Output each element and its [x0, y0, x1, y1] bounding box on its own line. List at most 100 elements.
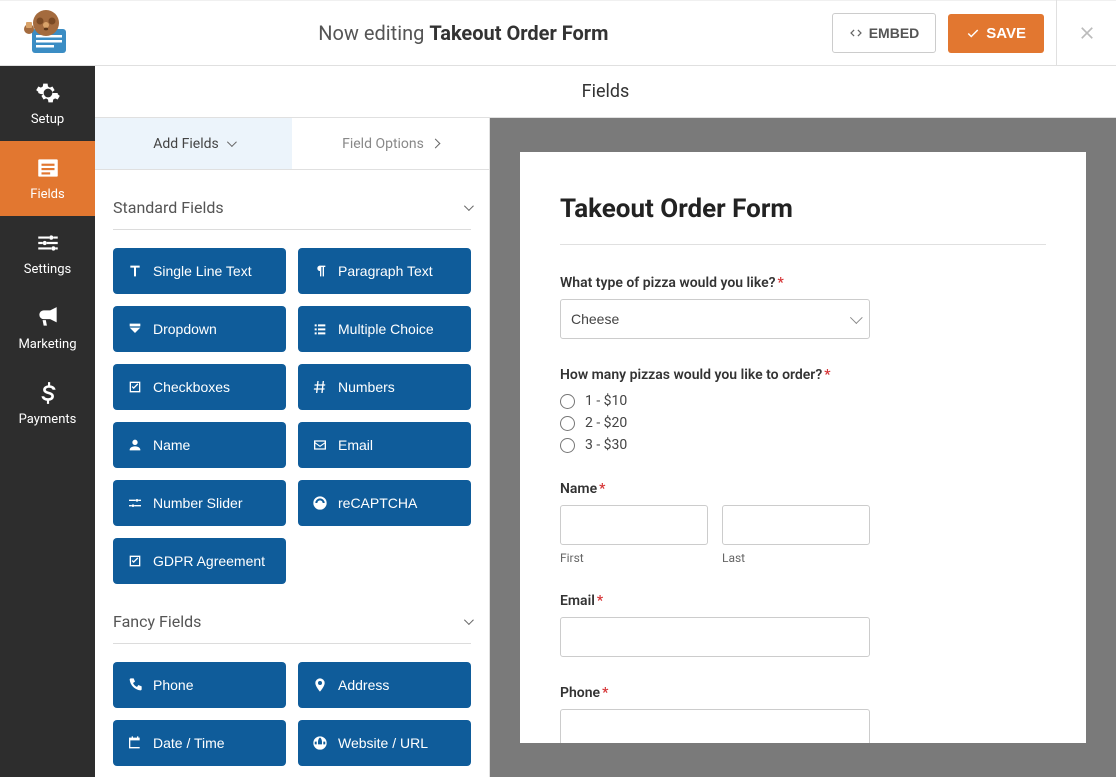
- form-icon: [35, 155, 61, 181]
- last-name-input[interactable]: [722, 505, 870, 545]
- field-paragraph-text[interactable]: Paragraph Text: [298, 248, 471, 294]
- field-single-line-text[interactable]: Single Line Text: [113, 248, 286, 294]
- tab-add-fields[interactable]: Add Fields: [95, 118, 292, 169]
- select-wrap: Cheese: [560, 299, 870, 339]
- save-button[interactable]: SAVE: [948, 14, 1044, 53]
- wpforms-logo-icon: [18, 9, 78, 57]
- required-marker: *: [602, 685, 608, 701]
- field-dropdown[interactable]: Dropdown: [113, 306, 286, 352]
- workspace: Fields Add Fields Field Options St: [95, 66, 1116, 777]
- field-label: Name*: [560, 481, 1046, 497]
- divider: [560, 244, 1046, 245]
- text-icon: [127, 263, 143, 279]
- workspace-body: Add Fields Field Options Standard Fields: [95, 118, 1116, 777]
- title-prefix: Now editing: [318, 21, 429, 45]
- field-website-url[interactable]: Website / URL: [298, 720, 471, 766]
- section-header: Fields: [95, 66, 1116, 118]
- nav-settings[interactable]: Settings: [0, 216, 95, 291]
- embed-button[interactable]: EMBED: [832, 13, 937, 53]
- close-button[interactable]: [1056, 0, 1116, 66]
- form-title: Takeout Order Form: [560, 194, 1046, 244]
- recaptcha-icon: [312, 495, 328, 511]
- envelope-icon: [312, 437, 328, 453]
- required-marker: *: [824, 367, 830, 383]
- chevron-down-icon: [464, 615, 474, 625]
- field-pizza-count[interactable]: How many pizzas would you like to order?…: [560, 367, 1046, 453]
- chevron-right-icon: [430, 139, 440, 149]
- nav-settings-label: Settings: [24, 262, 71, 277]
- pizza-type-select[interactable]: Cheese: [560, 299, 870, 339]
- left-nav: Setup Fields Settings Marketing Payments: [0, 66, 95, 777]
- field-email[interactable]: Email: [298, 422, 471, 468]
- top-bar: Now editing Takeout Order Form EMBED SAV…: [0, 0, 1116, 66]
- save-label: SAVE: [986, 25, 1026, 42]
- nav-setup[interactable]: Setup: [0, 66, 95, 141]
- group-fancy-title: Fancy Fields: [113, 612, 201, 631]
- pin-icon: [312, 677, 328, 693]
- paragraph-icon: [312, 263, 328, 279]
- group-fancy-fields[interactable]: Fancy Fields: [113, 584, 471, 644]
- field-date-time[interactable]: Date / Time: [113, 720, 286, 766]
- required-marker: *: [597, 593, 603, 609]
- radio-input[interactable]: [560, 438, 575, 453]
- group-standard-fields[interactable]: Standard Fields: [113, 170, 471, 230]
- phone-input[interactable]: [560, 709, 870, 743]
- standard-fields-grid: Single Line Text Paragraph Text Dropdown…: [113, 248, 471, 584]
- required-marker: *: [778, 275, 784, 291]
- tab-add-fields-label: Add Fields: [153, 136, 219, 152]
- name-last-col: Last: [722, 505, 870, 565]
- field-label: What type of pizza would you like?*: [560, 275, 1046, 291]
- tab-field-options-label: Field Options: [342, 136, 424, 152]
- radio-option[interactable]: 1 - $10: [560, 393, 1046, 409]
- radio-option[interactable]: 2 - $20: [560, 415, 1046, 431]
- tab-field-options[interactable]: Field Options: [292, 118, 489, 169]
- first-name-input[interactable]: [560, 505, 708, 545]
- field-checkboxes[interactable]: Checkboxes: [113, 364, 286, 410]
- field-address[interactable]: Address: [298, 662, 471, 708]
- nav-payments[interactable]: Payments: [0, 366, 95, 441]
- field-number-slider[interactable]: Number Slider: [113, 480, 286, 526]
- embed-label: EMBED: [869, 25, 920, 41]
- field-label: How many pizzas would you like to order?…: [560, 367, 1046, 383]
- topbar-actions: EMBED SAVE: [832, 0, 1116, 66]
- code-icon: [849, 26, 863, 40]
- nav-marketing[interactable]: Marketing: [0, 291, 95, 366]
- field-gdpr[interactable]: GDPR Agreement: [113, 538, 286, 584]
- field-pizza-type[interactable]: What type of pizza would you like?* Chee…: [560, 275, 1046, 339]
- list-icon: [312, 321, 328, 337]
- first-sub-label: First: [560, 551, 708, 565]
- nav-fields-label: Fields: [30, 187, 64, 202]
- check-icon: [966, 26, 980, 40]
- field-multiple-choice[interactable]: Multiple Choice: [298, 306, 471, 352]
- fields-scroll[interactable]: Standard Fields Single Line Text Paragra…: [95, 170, 489, 777]
- radio-list: 1 - $10 2 - $20 3 - $30: [560, 393, 1046, 453]
- field-email[interactable]: Email*: [560, 593, 1046, 657]
- field-recaptcha[interactable]: reCAPTCHA: [298, 480, 471, 526]
- field-phone[interactable]: Phone: [113, 662, 286, 708]
- title-form-name: Takeout Order Form: [429, 21, 608, 45]
- field-phone[interactable]: Phone*: [560, 685, 1046, 743]
- chevron-down-icon: [227, 137, 237, 147]
- check-square-icon: [127, 553, 143, 569]
- radio-input[interactable]: [560, 394, 575, 409]
- radio-input[interactable]: [560, 416, 575, 431]
- field-name[interactable]: Name: [113, 422, 286, 468]
- field-numbers[interactable]: Numbers: [298, 364, 471, 410]
- dropdown-icon: [127, 321, 143, 337]
- nav-payments-label: Payments: [19, 412, 77, 427]
- globe-icon: [312, 735, 328, 751]
- calendar-icon: [127, 735, 143, 751]
- field-name[interactable]: Name* First Last: [560, 481, 1046, 565]
- check-square-icon: [127, 379, 143, 395]
- name-row: First Last: [560, 505, 870, 565]
- sliders-icon: [127, 495, 143, 511]
- dollar-icon: [35, 380, 61, 406]
- required-marker: *: [599, 481, 605, 497]
- nav-fields[interactable]: Fields: [0, 141, 95, 216]
- panel-tabs: Add Fields Field Options: [95, 118, 489, 170]
- form-canvas: Takeout Order Form What type of pizza wo…: [520, 152, 1086, 743]
- nav-setup-label: Setup: [31, 112, 64, 127]
- email-input[interactable]: [560, 617, 870, 657]
- main: Setup Fields Settings Marketing Payments…: [0, 66, 1116, 777]
- radio-option[interactable]: 3 - $30: [560, 437, 1046, 453]
